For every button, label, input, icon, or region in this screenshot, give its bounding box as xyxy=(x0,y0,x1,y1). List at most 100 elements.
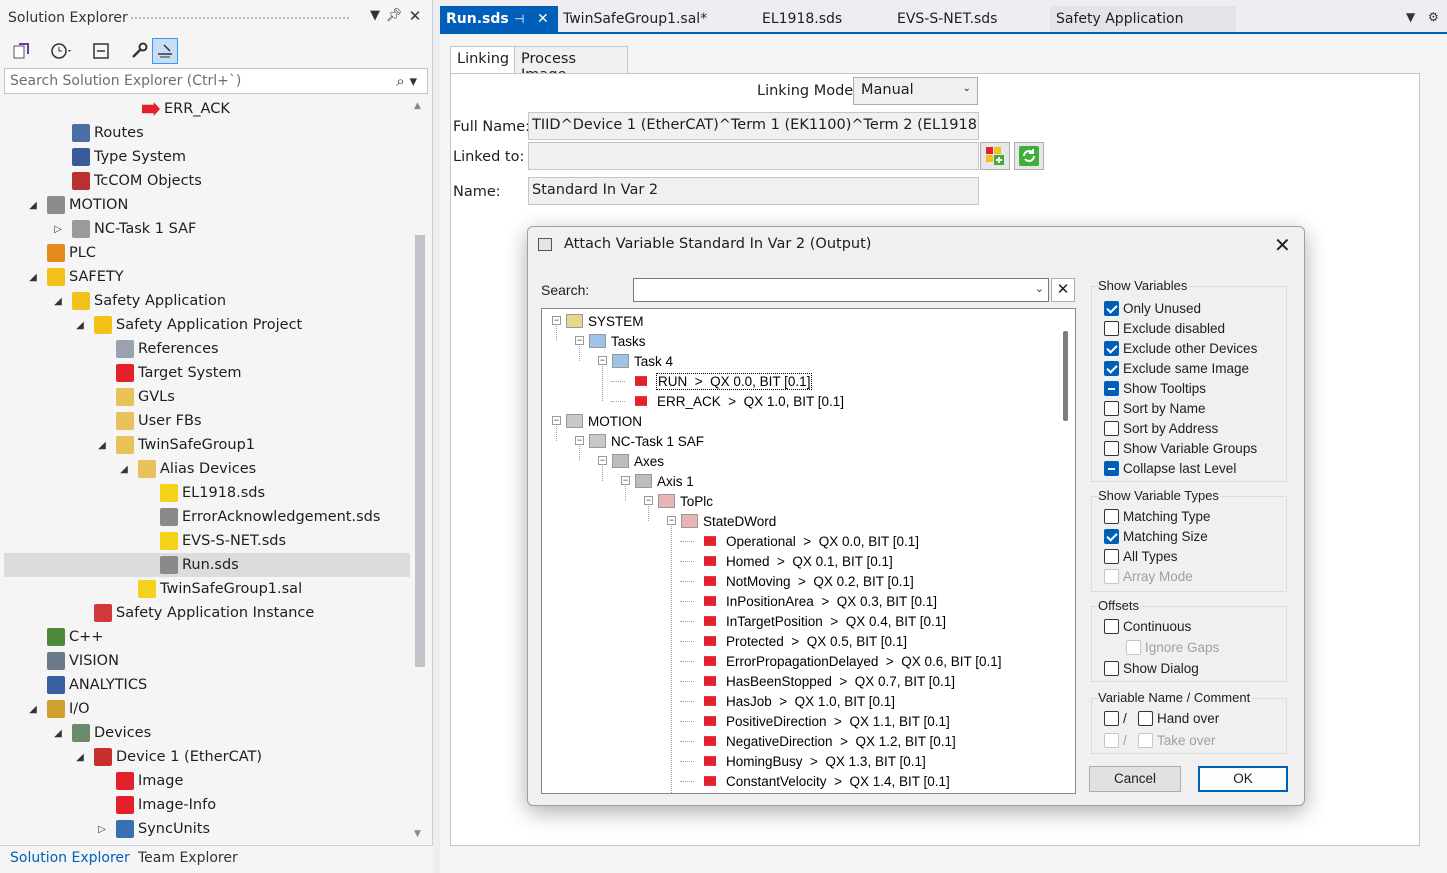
checkbox-box[interactable] xyxy=(1104,400,1119,416)
dropdown-icon[interactable]: ▼ xyxy=(366,8,384,23)
checkbox-box[interactable] xyxy=(1104,320,1119,336)
checkbox-box[interactable] xyxy=(1104,660,1119,676)
tree-node[interactable]: User FBs xyxy=(4,409,410,433)
collapse-toggle-icon[interactable]: − xyxy=(598,356,607,365)
variable-tree-node[interactable]: InTargetPosition > QX 0.4, BIT [0.1] xyxy=(542,611,1054,631)
checkbox-box[interactable] xyxy=(1104,440,1119,456)
tree-node[interactable]: Image xyxy=(4,769,410,793)
variable-tree-node[interactable]: NotMoving > QX 0.2, BIT [0.1] xyxy=(542,571,1054,591)
name-handover-checkbox[interactable]: / xyxy=(1104,708,1127,728)
collapse-icon[interactable]: ◢ xyxy=(27,704,39,715)
collapse-toggle-icon[interactable]: − xyxy=(667,516,676,525)
option-checkbox[interactable]: Show Dialog xyxy=(1104,658,1199,678)
tab-process-image[interactable]: Process Image xyxy=(514,46,628,83)
checkbox-box[interactable] xyxy=(1104,460,1119,476)
preview-selected-icon[interactable] xyxy=(152,38,178,64)
collapse-all-icon[interactable] xyxy=(88,38,114,64)
variable-tree-node[interactable]: ERR_ACK > QX 1.0, BIT [0.1] xyxy=(542,391,1054,411)
tree-node[interactable]: ◢ SAFETY xyxy=(4,265,410,289)
doc-tab-el1918[interactable]: EL1918.sds xyxy=(756,6,876,32)
name-field[interactable]: Standard In Var 2 xyxy=(528,177,979,205)
checkbox-box[interactable] xyxy=(1104,380,1119,396)
scroll-up-icon[interactable]: ▲ xyxy=(414,101,421,111)
cancel-button[interactable]: Cancel xyxy=(1089,766,1181,792)
variable-tree-node[interactable]: − NC-Task 1 SAF xyxy=(542,431,1054,451)
tree-node[interactable]: ◢ MOTION xyxy=(4,193,410,217)
variable-tree-node[interactable]: − StateDWord xyxy=(542,511,1054,531)
tree-node[interactable]: PLC xyxy=(4,241,410,265)
variable-tree-node[interactable]: HasBeenStopped > QX 0.7, BIT [0.1] xyxy=(542,671,1054,691)
checkbox-box[interactable] xyxy=(1104,300,1119,316)
option-checkbox[interactable]: Exclude other Devices xyxy=(1104,338,1257,358)
collapse-icon[interactable]: ◢ xyxy=(96,440,108,451)
tab-overflow-icon[interactable]: ▼ xyxy=(1406,10,1415,24)
collapse-toggle-icon[interactable]: − xyxy=(575,436,584,445)
tree-node[interactable]: ERR_ACK xyxy=(4,97,410,121)
properties-icon[interactable] xyxy=(126,38,152,64)
tree-node[interactable]: EVS-S-NET.sds xyxy=(4,529,410,553)
variable-tree-node[interactable]: NegativeDirection > QX 1.2, BIT [0.1] xyxy=(542,731,1054,751)
tree-node[interactable]: ◢ I/O xyxy=(4,697,410,721)
link-variable-button[interactable] xyxy=(980,142,1010,170)
chevron-down-icon[interactable]: ⌄ xyxy=(1035,282,1044,295)
pin-icon[interactable]: ⊣ xyxy=(514,12,524,26)
tree-node[interactable]: ◢ Device 1 (EtherCAT) xyxy=(4,745,410,769)
tree-node[interactable]: EL1918.sds xyxy=(4,481,410,505)
checkbox-box[interactable] xyxy=(1104,508,1119,524)
tree-node[interactable]: C++ xyxy=(4,625,410,649)
option-checkbox[interactable]: All Types xyxy=(1104,546,1178,566)
scroll-down-icon[interactable]: ▼ xyxy=(414,829,421,839)
collapse-icon[interactable]: ◢ xyxy=(27,200,39,211)
variable-tree-node[interactable]: − Axis 1 xyxy=(542,471,1054,491)
tree-node[interactable]: References xyxy=(4,337,410,361)
variable-tree-node[interactable]: ConstantVelocity > QX 1.4, BIT [0.1] xyxy=(542,771,1054,791)
collapse-icon[interactable]: ◢ xyxy=(52,728,64,739)
tree-node[interactable]: ErrorAcknowledgement.sds xyxy=(4,505,410,529)
checkbox-box[interactable] xyxy=(1104,340,1119,356)
refresh-link-button[interactable] xyxy=(1014,142,1044,170)
clear-search-button[interactable]: ✕ xyxy=(1051,278,1075,302)
drag-grip[interactable] xyxy=(130,16,350,21)
variable-tree-node[interactable]: Protected > QX 0.5, BIT [0.1] xyxy=(542,631,1054,651)
option-checkbox[interactable]: Sort by Name xyxy=(1104,398,1206,418)
collapse-icon[interactable]: ◢ xyxy=(52,296,64,307)
doc-tab-twinsafegroup1[interactable]: TwinSafeGroup1.sal* xyxy=(557,6,739,32)
close-tab-icon[interactable]: ✕ xyxy=(537,11,549,27)
variable-tree-node[interactable]: RUN > QX 0.0, BIT [0.1] xyxy=(542,371,1054,391)
collapse-toggle-icon[interactable]: − xyxy=(552,416,561,425)
option-checkbox[interactable]: Show Tooltips xyxy=(1104,378,1206,398)
option-checkbox[interactable]: Only Unused xyxy=(1104,298,1201,318)
doc-tab-evs-s-net[interactable]: EVS-S-NET.sds xyxy=(891,6,1031,32)
scrollbar-thumb[interactable] xyxy=(415,235,425,667)
option-checkbox[interactable]: Continuous xyxy=(1104,616,1191,636)
collapse-toggle-icon[interactable]: − xyxy=(575,336,584,345)
checkbox-box[interactable] xyxy=(1104,710,1119,726)
settings-gear-icon[interactable]: ⚙ xyxy=(1428,10,1439,24)
tree-node[interactable]: ◢ Devices xyxy=(4,721,410,745)
option-checkbox[interactable]: Exclude same Image xyxy=(1104,358,1249,378)
full-name-field[interactable]: TIID^Device 1 (EtherCAT)^Term 1 (EK1100)… xyxy=(528,112,979,140)
tree-node[interactable]: ◢ Safety Application xyxy=(4,289,410,313)
solution-search-box[interactable]: ⌕ ▾ xyxy=(4,68,428,94)
tree-node[interactable]: Run.sds xyxy=(4,553,410,577)
tree-node[interactable]: ◢ Safety Application Project xyxy=(4,313,410,337)
collapse-icon[interactable]: ◢ xyxy=(118,464,130,475)
tree-node[interactable]: Routes xyxy=(4,121,410,145)
option-checkbox[interactable]: Exclude disabled xyxy=(1104,318,1225,338)
collapse-icon[interactable]: ◢ xyxy=(74,320,86,331)
tree-node[interactable]: ◢ TwinSafeGroup1 xyxy=(4,433,410,457)
checkbox-box[interactable] xyxy=(1104,360,1119,376)
collapse-toggle-icon[interactable]: − xyxy=(552,316,561,325)
checkbox-box[interactable] xyxy=(1104,618,1119,634)
close-icon[interactable]: ✕ xyxy=(406,7,424,25)
tab-solution-explorer[interactable]: Solution Explorer xyxy=(10,850,130,866)
switch-views-icon[interactable] xyxy=(8,38,34,64)
variable-tree-node[interactable]: − MOTION xyxy=(542,411,1054,431)
variable-tree-node[interactable]: − Tasks xyxy=(542,331,1054,351)
search-icon[interactable]: ⌕ ▾ xyxy=(396,72,417,90)
tab-linking[interactable]: Linking xyxy=(450,46,515,75)
doc-tab-safety-application[interactable]: Safety Application xyxy=(1050,6,1236,32)
variable-tree-node[interactable]: − SYSTEM xyxy=(542,311,1054,331)
tree-node[interactable]: Type System xyxy=(4,145,410,169)
collapse-icon[interactable]: ◢ xyxy=(74,752,86,763)
